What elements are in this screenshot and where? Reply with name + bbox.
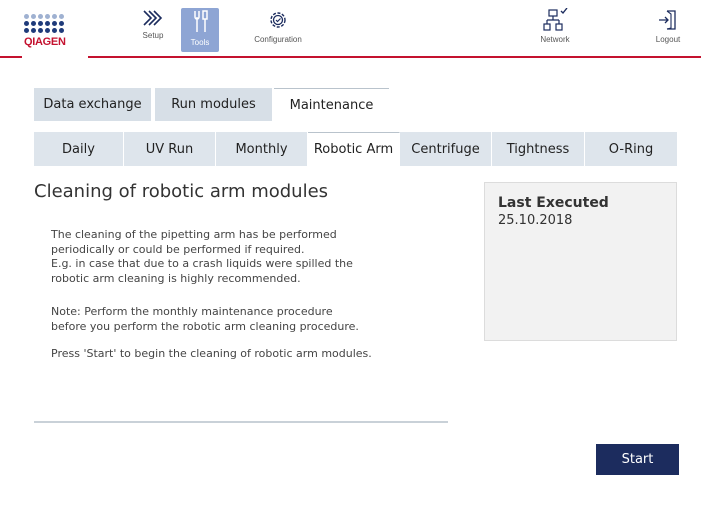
description-line: robotic arm cleaning is highly recommend… — [51, 271, 301, 285]
tab-run-modules-label: Run modules — [171, 97, 256, 112]
logo-dots — [24, 14, 82, 33]
subtab-o-ring-label: O-Ring — [608, 141, 654, 157]
tab-data-exchange[interactable]: Data exchange — [34, 88, 151, 121]
note-line: Note: Perform the monthly maintenance pr… — [51, 305, 333, 318]
subtab-o-ring[interactable]: O-Ring — [585, 132, 677, 166]
subtab-tightness[interactable]: Tightness — [492, 132, 585, 166]
last-executed-label: Last Executed — [498, 195, 609, 211]
description-line: The cleaning of the pipetting arm has be… — [51, 228, 337, 241]
subtab-robotic-arm-label: Robotic Arm — [313, 142, 394, 157]
header-redline-left — [0, 56, 22, 58]
subtab-robotic-arm[interactable]: Robotic Arm — [308, 132, 400, 166]
description-line: E.g. in case that due to a crash liquids… — [51, 257, 353, 270]
note-paragraph: Note: Perform the monthly maintenance pr… — [51, 305, 359, 334]
subtab-monthly[interactable]: Monthly — [216, 132, 308, 166]
start-button[interactable]: Start — [596, 444, 679, 475]
nav-logout-button[interactable]: Logout — [650, 8, 686, 52]
subtab-bar: Daily UV Run Monthly Robotic Arm Centrif… — [34, 132, 677, 166]
chevrons-right-icon — [143, 10, 163, 26]
nav-setup-button[interactable]: Setup — [134, 8, 172, 52]
tab-data-exchange-label: Data exchange — [43, 97, 142, 112]
tools-icon — [194, 10, 208, 32]
instruction-text: Press 'Start' to begin the cleaning of r… — [51, 347, 372, 360]
nav-network-label: Network — [540, 35, 570, 44]
nav-configuration-button[interactable]: Configuration — [246, 8, 310, 52]
header-redline — [88, 56, 701, 58]
tab-run-modules[interactable]: Run modules — [155, 88, 272, 121]
subtab-centrifuge-label: Centrifuge — [411, 141, 480, 157]
nav-logout-label: Logout — [655, 35, 681, 44]
last-executed-panel: Last Executed 25.10.2018 — [484, 182, 677, 341]
nav-network-button[interactable]: Network — [534, 8, 576, 52]
nav-tools-button[interactable]: Tools — [181, 8, 219, 52]
subtab-monthly-label: Monthly — [235, 141, 288, 157]
subtab-tightness-label: Tightness — [506, 141, 570, 157]
last-executed-date: 25.10.2018 — [498, 213, 573, 228]
content-divider — [34, 421, 448, 423]
tab-maintenance-label: Maintenance — [289, 97, 374, 113]
nav-tools-label: Tools — [190, 38, 210, 47]
description-line: periodically or could be performed if re… — [51, 242, 305, 256]
subtab-centrifuge[interactable]: Centrifuge — [400, 132, 492, 166]
qiagen-logo: QIAGEN — [24, 14, 82, 62]
logo-text: QIAGEN — [24, 36, 66, 48]
nav-setup-label: Setup — [142, 31, 164, 40]
subtab-uv-run-label: UV Run — [145, 141, 194, 157]
tab-maintenance[interactable]: Maintenance — [274, 88, 389, 121]
page-title: Cleaning of robotic arm modules — [34, 181, 329, 202]
description-paragraph: The cleaning of the pipetting arm has be… — [51, 228, 353, 286]
network-icon — [543, 8, 568, 31]
nav-configuration-label: Configuration — [254, 35, 302, 44]
gear-icon — [270, 12, 286, 28]
logout-icon — [659, 10, 676, 30]
subtab-daily-label: Daily — [62, 141, 95, 157]
note-line: before you perform the robotic arm clean… — [51, 319, 359, 333]
subtab-daily[interactable]: Daily — [34, 132, 124, 166]
subtab-uv-run[interactable]: UV Run — [124, 132, 216, 166]
